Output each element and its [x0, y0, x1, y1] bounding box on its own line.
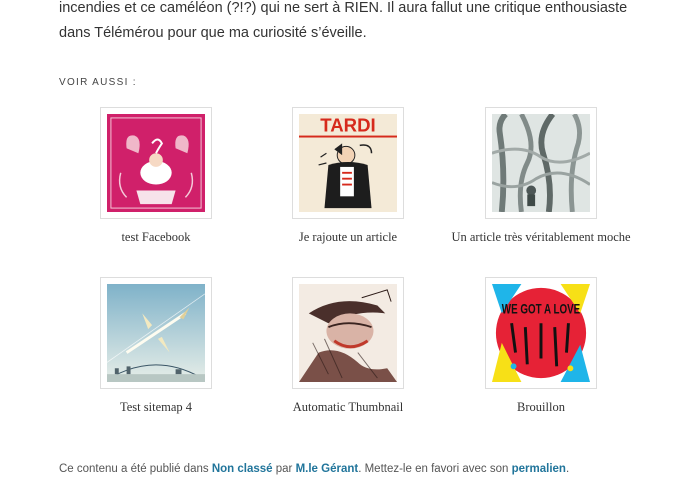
related-post-thumbnail[interactable] [100, 277, 212, 389]
sketch-figure-illustration-image [299, 284, 397, 382]
related-post-thumbnail[interactable]: TARDI [292, 107, 404, 219]
related-post-thumbnail[interactable] [292, 277, 404, 389]
related-post-card[interactable]: test Facebook [61, 107, 251, 245]
tardi-cover-text: TARDI [320, 115, 375, 136]
related-post-thumbnail[interactable]: WE GOT A LOVE [485, 277, 597, 389]
category-link[interactable]: Non classé [212, 463, 273, 475]
footer-text: par [272, 463, 296, 475]
post-meta-footer: Ce contenu a été publié dans Non classé … [59, 463, 679, 475]
related-posts-heading: VOIR AUSSI : [59, 77, 137, 88]
article-line: dans Télémérou pour que ma curiosité s’é… [59, 25, 367, 41]
related-post-title[interactable]: Je rajoute un article [253, 230, 443, 245]
related-post-title[interactable]: Automatic Thumbnail [253, 400, 443, 415]
related-post-title[interactable]: test Facebook [61, 230, 251, 245]
footer-text: Ce contenu a été publié dans [59, 463, 212, 475]
related-post-card[interactable]: Un article très véritablement moche [446, 107, 636, 245]
permalink-link[interactable]: permalien [512, 463, 566, 475]
related-post-card[interactable]: TARDI Je rajoute un article [253, 107, 443, 245]
footer-text: . [565, 463, 570, 475]
related-post-thumbnail[interactable] [100, 107, 212, 219]
airplane-poster-image [107, 284, 205, 382]
tangled-roots-illustration-image [492, 114, 590, 212]
tardi-comic-cover-image: TARDI [299, 114, 397, 212]
related-post-card[interactable]: Automatic Thumbnail [253, 277, 443, 415]
article-line: incendies et ce caméléon (?!?) qui ne se… [59, 0, 628, 16]
related-post-title[interactable]: Un article très véritablement moche [446, 230, 636, 245]
related-post-thumbnail[interactable] [485, 107, 597, 219]
related-post-card[interactable]: Test sitemap 4 [61, 277, 251, 415]
we-got-a-love-graffiti-image: WE GOT A LOVE [492, 284, 590, 382]
article-text: incendies et ce caméléon (?!?) qui ne se… [59, 0, 669, 46]
graffiti-text: WE GOT A LOVE [502, 301, 580, 316]
related-post-card[interactable]: WE GOT A LOVE Brouillon [446, 277, 636, 415]
author-link[interactable]: M.le Gérant [296, 463, 359, 475]
footer-text: . Mettez-le en favori avec son [358, 463, 512, 475]
related-post-title[interactable]: Test sitemap 4 [61, 400, 251, 415]
related-post-title[interactable]: Brouillon [446, 400, 636, 415]
magenta-comic-cover-image [107, 114, 205, 212]
